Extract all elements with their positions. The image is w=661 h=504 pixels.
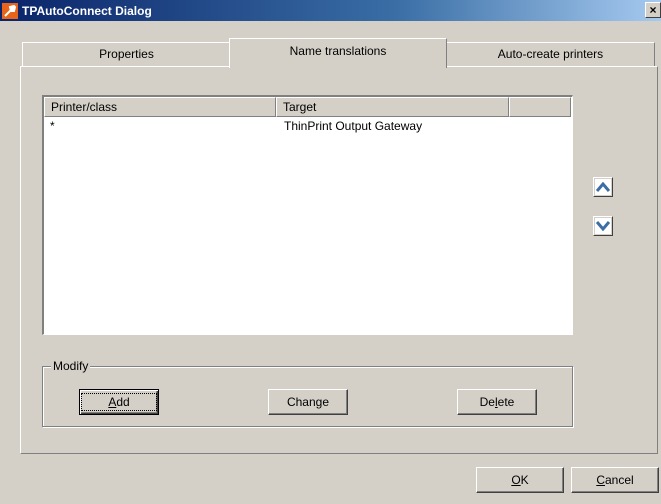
cancel-button[interactable]: Cancel xyxy=(571,467,659,493)
translation-list[interactable]: Printer/class Target * ThinPrint Output … xyxy=(42,95,573,335)
move-up-button[interactable] xyxy=(593,177,613,197)
cell-printer-class: * xyxy=(50,119,55,133)
cancel-label-post: ancel xyxy=(604,473,634,487)
delete-label-pre: De xyxy=(479,395,495,409)
column-header-target[interactable]: Target xyxy=(276,97,509,117)
move-down-button[interactable] xyxy=(593,216,613,236)
cancel-label-key: C xyxy=(596,473,605,487)
ok-button[interactable]: OK xyxy=(476,467,564,493)
change-button[interactable]: Change xyxy=(268,389,348,415)
delete-label-post: ete xyxy=(497,395,515,409)
add-label-post: dd xyxy=(116,395,130,409)
tab-auto-create-printers[interactable]: Auto-create printers xyxy=(446,42,655,66)
column-header-filler xyxy=(509,97,571,117)
column-header-printer-class[interactable]: Printer/class xyxy=(44,97,276,117)
list-header: Printer/class Target xyxy=(44,97,571,117)
ok-label-post: K xyxy=(520,473,529,487)
tab-properties[interactable]: Properties xyxy=(22,42,231,66)
cell-target: ThinPrint Output Gateway xyxy=(284,119,423,133)
add-focus-rect: Add xyxy=(81,393,157,411)
change-label-pre: Chan xyxy=(286,395,316,409)
change-label-post: e xyxy=(322,395,330,409)
wrench-icon xyxy=(2,2,18,19)
modify-group-label: Modify xyxy=(51,359,91,373)
list-item[interactable]: * ThinPrint Output Gateway xyxy=(44,118,571,134)
close-button[interactable]: × xyxy=(645,2,661,18)
tab-name-translations[interactable]: Name translations xyxy=(229,38,447,68)
add-button[interactable]: Add xyxy=(79,389,159,415)
arrow-down-icon xyxy=(595,218,611,234)
arrow-up-icon xyxy=(595,179,611,195)
delete-button[interactable]: Delete xyxy=(457,389,537,415)
title-bar: TPAutoConnect Dialog × xyxy=(0,0,661,21)
ok-label-key: O xyxy=(511,473,521,487)
window-title: TPAutoConnect Dialog xyxy=(22,3,152,18)
